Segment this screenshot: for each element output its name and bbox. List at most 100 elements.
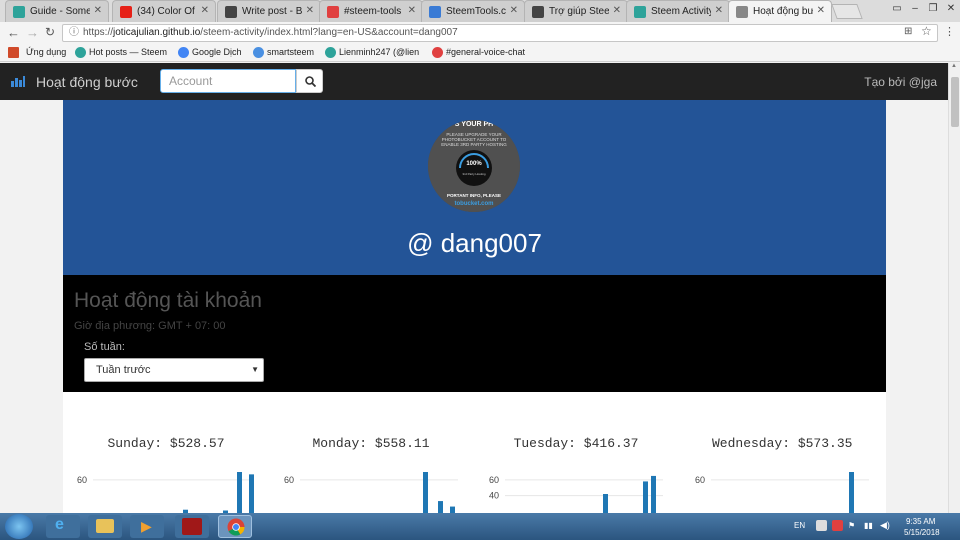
bookmark-item[interactable]: Ứng dụng xyxy=(8,47,67,58)
chevron-down-icon: ▼ xyxy=(251,365,259,374)
tab-title: #steem-tools xyxy=(344,6,402,17)
site-navbar: Hoạt động bước Tạo bởi @jga xyxy=(0,63,948,100)
vietkey-icon[interactable] xyxy=(832,520,843,531)
clock-time[interactable]: 9:35 AM xyxy=(906,517,935,526)
activity-bar[interactable] xyxy=(249,474,254,513)
bookmark-icon xyxy=(253,47,264,58)
browser-tab[interactable]: #steem-tools ✕ xyxy=(319,0,423,22)
tab-close-icon[interactable]: ✕ xyxy=(201,5,209,16)
bookmark-item[interactable]: smartsteem xyxy=(253,47,314,58)
chrome-taskbar-icon[interactable] xyxy=(218,515,252,538)
tab-favicon-icon xyxy=(120,6,132,18)
bookmarks-bar: Ứng dụng Hot posts — Steem Google Dịch smar… xyxy=(0,44,960,62)
forward-icon[interactable]: → xyxy=(26,25,39,40)
reload-icon[interactable]: ↻ xyxy=(45,25,55,39)
browser-tab[interactable]: Write post - Bus ✕ xyxy=(217,0,321,22)
translate-icon[interactable]: ⊞ xyxy=(904,26,912,37)
tab-favicon-icon xyxy=(736,6,748,18)
daily-charts: Sunday: $528.57 60 Monday: $558.11 60 Tuesda… xyxy=(63,392,886,513)
browser-tab[interactable]: Steem Activity - ✕ xyxy=(626,0,730,22)
bookmark-star-icon[interactable]: ☆ xyxy=(921,24,932,38)
bookmark-item[interactable]: Hot posts — Steem xyxy=(75,47,167,58)
tab-close-icon[interactable]: ✕ xyxy=(715,5,723,16)
network-icon[interactable]: ▮▮ xyxy=(864,521,873,530)
url-path: /steem-activity/index.html?lang=en-US&ac… xyxy=(200,27,458,38)
browser-tab[interactable]: Trợ giúp Steem ✕ xyxy=(524,0,628,22)
day-chart: 60 xyxy=(695,472,869,513)
y-tick-label: 60 xyxy=(284,475,294,485)
tab-title: Trợ giúp Steem xyxy=(549,6,609,17)
scroll-up-icon[interactable]: ▲ xyxy=(951,63,957,69)
bookmark-icon xyxy=(75,47,86,58)
avatar-image: S YOUR PHPLEASE UPGRADE YOURPHOTOBUCKET … xyxy=(428,120,520,212)
activity-bar[interactable] xyxy=(237,472,242,513)
bookmark-label: Ứng dụng xyxy=(26,47,67,57)
page-scrollbar[interactable]: ▲ xyxy=(948,63,960,513)
tab-favicon-icon xyxy=(225,6,237,18)
flag-icon[interactable]: ⚑ xyxy=(848,521,855,530)
url-host: joticajulian.github.io xyxy=(113,27,201,38)
activity-bar[interactable] xyxy=(651,475,656,513)
url-input[interactable]: ⓘ https://joticajulian.github.io/steem-a… xyxy=(62,24,938,42)
bookmark-icon xyxy=(178,47,189,58)
activity-bar[interactable] xyxy=(423,472,428,513)
info-icon[interactable]: ⓘ xyxy=(69,25,79,41)
credit-link[interactable]: Tạo bởi @jga xyxy=(864,75,937,89)
tab-favicon-icon xyxy=(532,6,544,18)
start-button[interactable] xyxy=(5,514,33,539)
browser-tab[interactable]: (34) Color Of ✕ xyxy=(112,0,216,22)
bookmark-item[interactable]: Google Dịch xyxy=(178,47,242,58)
activity-bar[interactable] xyxy=(438,501,443,513)
activity-bar[interactable] xyxy=(643,481,648,513)
y-tick-label: 60 xyxy=(695,475,705,485)
tab-close-icon[interactable]: ✕ xyxy=(408,5,416,16)
tab-favicon-icon xyxy=(13,6,25,18)
account-search-input[interactable] xyxy=(160,69,296,93)
y-tick-label: 60 xyxy=(489,475,499,485)
avatar: S YOUR PH PLEASE UPGRADE YOUR PHOTOBUCKET … xyxy=(428,120,520,212)
brand-title[interactable]: Hoạt động bước xyxy=(36,74,138,90)
explorer-icon[interactable] xyxy=(88,515,122,538)
weeks-select[interactable]: Tuần trước ▼ xyxy=(84,358,264,382)
profile-header: S YOUR PH PLEASE UPGRADE YOUR PHOTOBUCKET … xyxy=(63,100,886,275)
media-player-icon[interactable]: ▶ xyxy=(130,515,164,538)
tab-close-icon[interactable]: ✕ xyxy=(94,5,102,16)
tab-title: Hoạt động bước xyxy=(753,6,813,17)
user-icon[interactable]: ▭ xyxy=(888,1,906,17)
tray-app-icon[interactable] xyxy=(816,520,827,531)
activity-bar[interactable] xyxy=(849,472,854,513)
tab-close-icon[interactable]: ✕ xyxy=(817,5,825,16)
weeks-select-value: Tuần trước xyxy=(96,364,151,376)
menu-icon[interactable]: ⋮ xyxy=(944,25,955,38)
tab-close-icon[interactable]: ✕ xyxy=(613,5,621,16)
tab-favicon-icon xyxy=(327,6,339,18)
browser-tab-strip: Guide - Some ap✕(34) Color Of✕Write post… xyxy=(0,0,960,22)
clock-date[interactable]: 5/15/2018 xyxy=(904,528,940,537)
avatar-text: 100% xyxy=(466,161,482,167)
tab-title: Steem Activity - xyxy=(651,6,711,17)
bookmark-item[interactable]: #general-voice-chat xyxy=(432,47,525,58)
activity-bar[interactable] xyxy=(603,494,608,513)
language-indicator[interactable]: EN xyxy=(794,521,805,530)
minimize-icon[interactable]: – xyxy=(906,1,924,17)
system-tray: EN ⚑ ▮▮ ◀) 9:35 AM 5/15/2018 xyxy=(780,513,960,540)
browser-tab[interactable]: Hoạt động bước ✕ xyxy=(728,0,832,22)
ie-icon[interactable]: e xyxy=(46,515,80,538)
game-icon[interactable] xyxy=(175,515,209,538)
tab-close-icon[interactable]: ✕ xyxy=(510,5,518,16)
search-button[interactable] xyxy=(296,69,323,93)
gauge-icon xyxy=(456,150,492,186)
back-icon[interactable]: ← xyxy=(7,25,20,40)
avatar-text: PORTANT INFO, PLEASE xyxy=(447,193,501,198)
browser-tab[interactable]: Guide - Some ap ✕ xyxy=(5,0,109,22)
close-window-icon[interactable]: ✕ xyxy=(942,1,960,17)
scrollbar-thumb[interactable] xyxy=(951,77,959,127)
browser-tab[interactable]: SteemTools.com ✕ xyxy=(421,0,525,22)
bookmark-icon xyxy=(8,47,19,58)
window-controls: ▭ – ❐ ✕ xyxy=(888,0,960,18)
tab-close-icon[interactable]: ✕ xyxy=(306,5,314,16)
new-tab-button[interactable] xyxy=(831,4,863,19)
restore-icon[interactable]: ❐ xyxy=(924,1,942,17)
volume-icon[interactable]: ◀) xyxy=(880,520,890,531)
bookmark-item[interactable]: Lienminh247 (@lien xyxy=(325,47,419,58)
